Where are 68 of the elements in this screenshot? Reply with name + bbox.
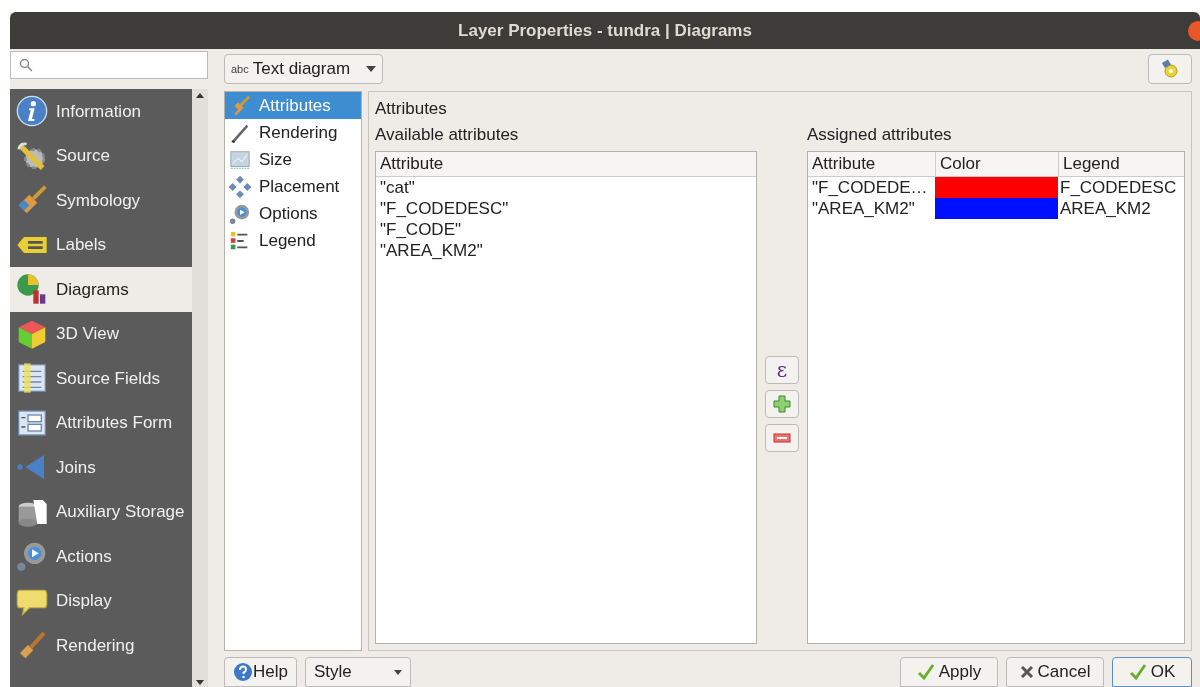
section-item[interactable]: Rendering <box>225 119 361 146</box>
sidebar-item[interactable]: Attributes Form <box>10 400 192 445</box>
sidebar-item[interactable]: Auxiliary Storage <box>10 489 192 534</box>
gear-icon <box>16 540 48 573</box>
section-item[interactable]: Legend <box>225 227 361 254</box>
list-item[interactable]: "cat" <box>380 177 752 198</box>
color-swatch[interactable] <box>935 198 1058 219</box>
sidebar-item[interactable]: Information <box>10 89 192 134</box>
caret-icon <box>393 669 402 675</box>
list-item[interactable]: "AREA_KM2" <box>380 240 752 261</box>
table-icon <box>16 362 48 395</box>
plus-icon <box>773 395 791 413</box>
settings-button[interactable] <box>1148 54 1192 84</box>
apply-button[interactable]: Apply <box>900 657 998 687</box>
sidebar-item[interactable]: Display <box>10 578 192 623</box>
column-header[interactable]: Attribute <box>376 152 756 177</box>
sidebar-item[interactable]: Labels <box>10 222 192 267</box>
checkmark-icon <box>916 663 935 681</box>
caret-icon <box>366 66 377 72</box>
ok-button[interactable]: OK <box>1112 657 1192 687</box>
diamonds-icon <box>229 175 251 198</box>
info-icon <box>16 95 48 128</box>
search-field[interactable] <box>10 51 208 79</box>
gear-icon <box>1160 59 1180 79</box>
section-item[interactable]: Attributes <box>225 92 361 119</box>
sidebar-item[interactable]: Joins <box>10 445 192 490</box>
sidebar-item[interactable]: Rendering <box>10 623 192 668</box>
panel-title: Attributes <box>375 98 448 120</box>
sidebar-item[interactable]: Symbology <box>10 178 192 223</box>
column-header[interactable]: Attribute <box>808 152 935 176</box>
sidebar-item[interactable]: 3D View <box>10 311 192 356</box>
sidebar-item[interactable]: Diagrams <box>10 267 192 312</box>
remove-button[interactable] <box>765 424 799 452</box>
table-cell-text: "F_CODEDE… <box>811 177 929 198</box>
chart-icon <box>16 273 48 306</box>
search-icon <box>19 58 33 72</box>
sidebar-item[interactable]: Source Fields <box>10 356 192 401</box>
table-cell-text: AREA_KM2 <box>1059 198 1152 219</box>
sidebar-item[interactable]: Source <box>10 133 192 178</box>
color-swatch[interactable] <box>935 177 1058 198</box>
add-button[interactable] <box>765 390 799 418</box>
column-header[interactable]: Legend <box>1058 152 1184 176</box>
image-icon <box>229 148 251 171</box>
diagram-type-dropdown[interactable]: abc Text diagram <box>224 54 384 84</box>
abc-label: abc <box>231 61 249 77</box>
wrench-gear-icon <box>16 139 48 172</box>
section-title: Available attributes <box>375 124 520 146</box>
table-cell-text: F_CODEDESC <box>1059 177 1178 198</box>
window-title: Layer Properties - tundra | Diagrams <box>458 19 752 42</box>
table-cell-text: "AREA_KM2" <box>811 198 916 219</box>
style-button[interactable]: Style <box>304 657 411 687</box>
sidebar-item[interactable]: Actions <box>10 534 192 579</box>
gear-icon <box>229 202 251 225</box>
minus-icon <box>773 433 791 443</box>
cancel-button[interactable]: Cancel <box>1006 657 1104 687</box>
expression-button[interactable]: ε <box>765 356 799 384</box>
close-icon <box>1019 665 1034 679</box>
paintbrush-icon <box>229 94 251 117</box>
section-title: Assigned attributes <box>807 124 953 146</box>
section-item[interactable]: Options <box>225 200 361 227</box>
checkmark-icon <box>1128 663 1147 681</box>
section-item[interactable]: Placement <box>225 173 361 200</box>
list-item[interactable]: "F_CODEDESC" <box>380 198 752 219</box>
help-icon <box>233 662 253 682</box>
help-button[interactable]: Help <box>224 657 297 687</box>
section-item[interactable]: Size <box>225 146 361 173</box>
column-header[interactable]: Color <box>935 152 1058 176</box>
list-item[interactable]: "F_CODE" <box>380 219 752 240</box>
